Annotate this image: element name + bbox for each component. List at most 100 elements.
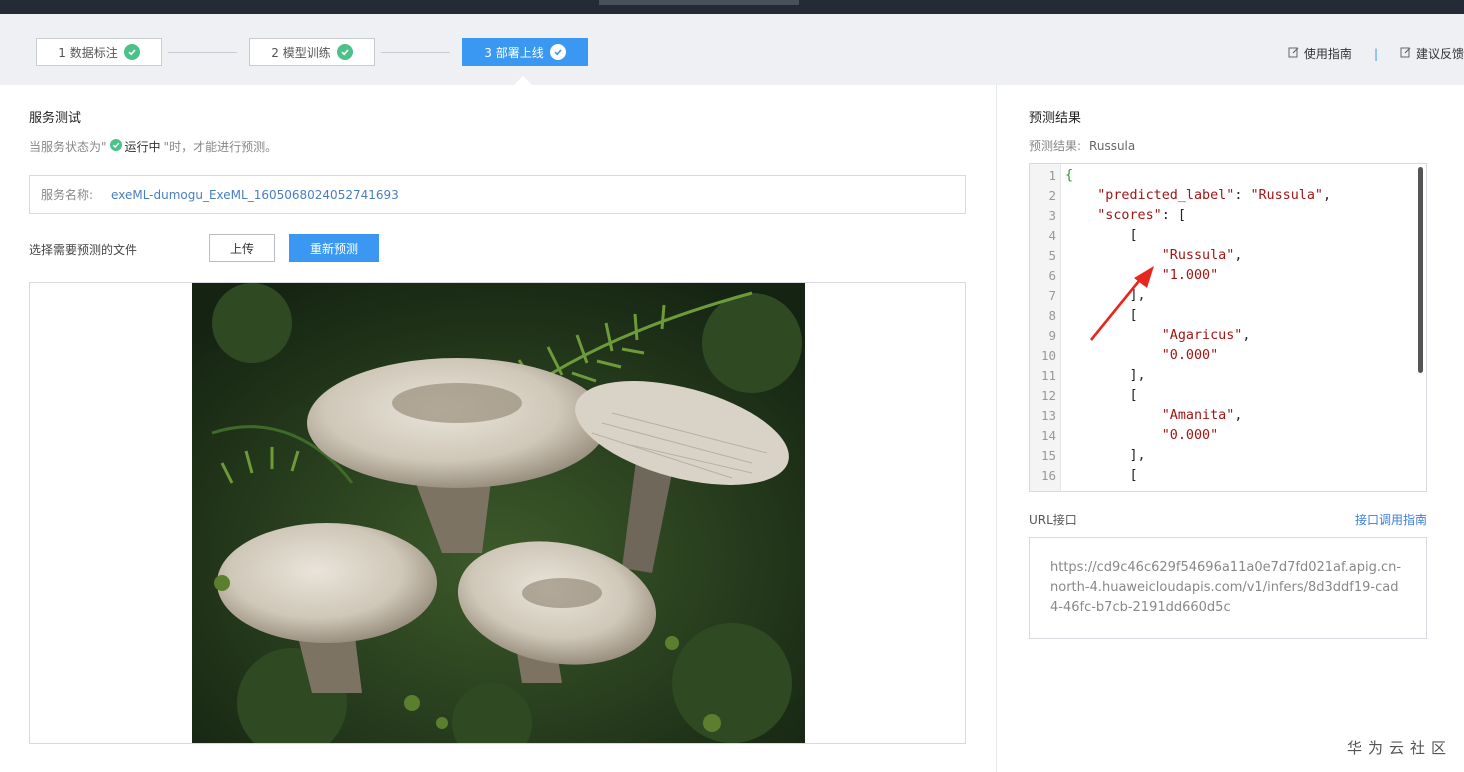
code-token: "Amanita" — [1161, 408, 1235, 423]
line-number: 13 — [1040, 408, 1056, 423]
feedback-icon — [1400, 46, 1412, 61]
code-scrollbar[interactable] — [1418, 167, 1423, 373]
line-number: 7 — [1048, 288, 1056, 303]
code-token: { — [1065, 168, 1074, 183]
step-connector — [168, 52, 237, 53]
top-bar-tab — [599, 0, 799, 5]
code-token: "predicted_label" — [1097, 188, 1235, 203]
code-token: "Russula" — [1250, 188, 1323, 203]
hint-suffix: "时，才能进行预测。 — [163, 140, 278, 154]
check-icon — [123, 44, 140, 60]
line-number: 15 — [1040, 448, 1056, 463]
code-token: "Agaricus" — [1161, 328, 1243, 343]
code-line: [ — [1065, 388, 1138, 403]
check-icon — [549, 44, 566, 60]
line-number: 5 — [1048, 248, 1056, 263]
code-token: , — [1234, 408, 1243, 423]
line-number: 10 — [1040, 348, 1056, 363]
preview-frame — [29, 282, 966, 744]
panel-title: 服务测试 — [29, 111, 82, 126]
edit-icon — [1288, 46, 1300, 61]
check-icon — [336, 44, 353, 60]
line-number: 1 — [1048, 168, 1056, 183]
code-token: [ — [1065, 388, 1138, 403]
annotation-arrow-icon — [1089, 266, 1154, 341]
code-token: [ — [1065, 468, 1138, 483]
top-bar — [0, 0, 1464, 14]
steps-bar: 1 数据标注 2 模型训练 3 部署上线 使用指南 | 建议反馈 — [0, 14, 1464, 85]
code-token: "scores" — [1097, 208, 1162, 223]
line-number: 11 — [1040, 368, 1056, 383]
url-label: URL接口 — [1029, 513, 1077, 527]
repredict-button[interactable]: 重新预测 — [289, 234, 379, 262]
status-hint: 当服务状态为" 运行中 "时，才能进行预测。 — [29, 138, 277, 155]
code-token: "Russula" — [1161, 248, 1235, 263]
hint-status: 运行中 — [124, 140, 161, 154]
line-number: 16 — [1040, 468, 1056, 483]
code-line: ], — [1065, 448, 1146, 463]
step-data-labeling[interactable]: 1 数据标注 — [36, 38, 162, 66]
line-number: 9 — [1048, 328, 1056, 343]
line-number: 8 — [1048, 308, 1056, 323]
url-value[interactable]: https://cd9c46c629f54696a11a0e7d7fd021af… — [1029, 537, 1427, 639]
line-gutter: 1 2 3 4 5 6 7 8 9 10 11 12 13 14 15 16 — [1030, 164, 1061, 491]
line-number: 4 — [1048, 228, 1056, 243]
feedback-link[interactable]: 建议反馈 — [1400, 45, 1464, 62]
line-number: 14 — [1040, 428, 1056, 443]
watermark: 华为云社区 — [1346, 739, 1452, 757]
code-token: ], — [1065, 368, 1146, 383]
link-separator: | — [1373, 46, 1378, 61]
code-line: [ — [1065, 228, 1138, 243]
code-token: : [ — [1161, 208, 1186, 223]
code-line: "scores": [ — [1065, 208, 1186, 223]
code-line: "Russula", — [1065, 248, 1243, 263]
line-number: 2 — [1048, 188, 1056, 203]
code-token: , — [1242, 328, 1251, 343]
hint-prefix: 当服务状态为" — [29, 140, 107, 154]
service-name-field: 服务名称: exeML-dumogu_ExeML_160506802405274… — [29, 175, 966, 214]
code-token: "0.000" — [1161, 348, 1219, 363]
code-line: "0.000" — [1065, 428, 1218, 443]
code-token: ], — [1065, 448, 1146, 463]
code-token: "1.000" — [1161, 268, 1219, 283]
result-value: Russula — [1089, 139, 1136, 153]
active-step-pointer — [514, 76, 532, 85]
code-token: [ — [1065, 228, 1138, 243]
mushroom-photo — [192, 283, 805, 743]
line-number: 12 — [1040, 388, 1056, 403]
prediction-result-panel: 预测结果 预测结果: Russula 1 2 3 4 5 6 7 8 9 10 11 12 13 14 15 1… — [997, 85, 1464, 772]
step-model-training[interactable]: 2 模型训练 — [249, 38, 375, 66]
code-line: "Amanita", — [1065, 408, 1243, 423]
step-connector — [381, 52, 450, 53]
code-token: , — [1323, 188, 1332, 203]
result-label: 预测结果: — [1029, 139, 1082, 153]
line-number: 6 — [1048, 268, 1056, 283]
code-token: "0.000" — [1161, 428, 1219, 443]
code-line: { — [1065, 168, 1073, 183]
result-summary: 预测结果: Russula — [1029, 137, 1135, 154]
service-name-value: exeML-dumogu_ExeML_1605068024052741693 — [111, 187, 399, 202]
result-title: 预测结果 — [1029, 111, 1082, 126]
code-line: "0.000" — [1065, 348, 1218, 363]
upload-button[interactable]: 上传 — [209, 234, 275, 262]
line-number: 3 — [1048, 208, 1056, 223]
step-label: 3 部署上线 — [484, 45, 544, 60]
guide-link-label: 使用指南 — [1303, 47, 1352, 61]
service-name-label: 服务名称: — [41, 188, 94, 202]
top-links: 使用指南 | 建议反馈 — [1288, 45, 1464, 62]
step-label: 1 数据标注 — [58, 45, 118, 60]
guide-link[interactable]: 使用指南 — [1288, 45, 1352, 62]
api-guide-link[interactable]: 接口调用指南 — [1355, 511, 1427, 528]
code-line: ], — [1065, 368, 1146, 383]
step-deploy[interactable]: 3 部署上线 — [462, 38, 588, 66]
code-token: , — [1234, 248, 1243, 263]
code-token: : — [1234, 188, 1251, 203]
feedback-link-label: 建议反馈 — [1415, 47, 1464, 61]
service-test-panel: 服务测试 当服务状态为" 运行中 "时，才能进行预测。 服务名称: exeML-… — [0, 85, 996, 772]
code-line: "predicted_label": "Russula", — [1065, 188, 1331, 203]
